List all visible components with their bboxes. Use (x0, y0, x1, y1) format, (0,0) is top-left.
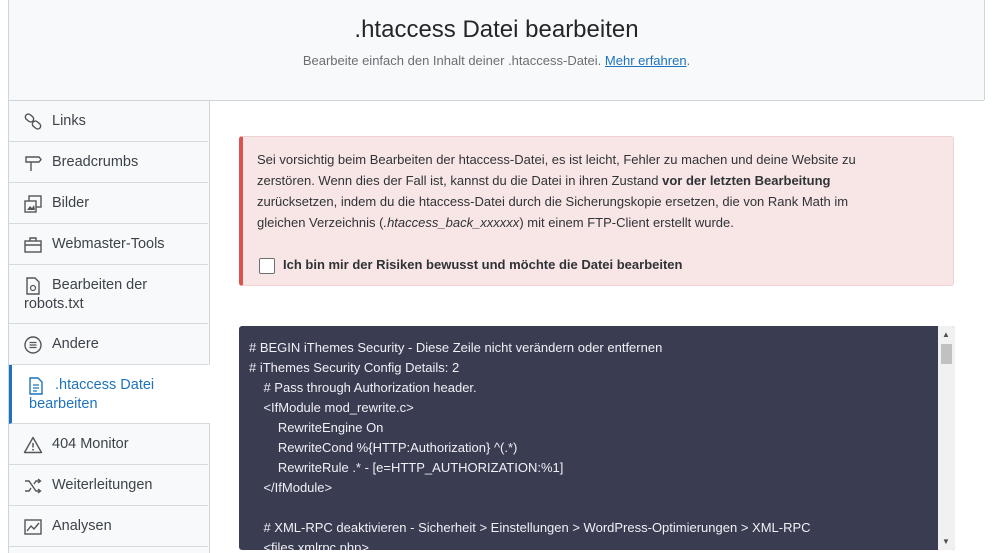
backup-filename: .htaccess_back_xxxxxx (383, 215, 520, 230)
sidebar-item-label: Weiterleitungen (52, 477, 153, 493)
sidebar-item-label: Analysen (52, 518, 112, 534)
sidebar-item-label: Links (52, 113, 86, 129)
shuffle-icon (25, 478, 42, 494)
sidebar-item-links[interactable]: Links (9, 101, 208, 142)
sidebar-item-label: Bilder (52, 195, 90, 211)
frame-border-right (984, 0, 985, 100)
sidebar-item-analysen[interactable]: Analysen (9, 506, 208, 547)
chart-icon (24, 519, 42, 535)
settings-sidebar: Links Breadcrumbs Bilder Webmaster-Tools… (9, 101, 210, 553)
subtitle-text: Bearbeite einfach den Inhalt deiner .hta… (302, 53, 602, 68)
htaccess-code-editor[interactable]: # BEGIN iThemes Security - Diese Zeile n… (239, 326, 955, 550)
risk-acknowledge-label[interactable]: Ich bin mir der Risiken bewusst und möch… (283, 257, 682, 272)
warning-text: Sei vorsichtig beim Bearbeiten der htacc… (257, 149, 897, 233)
sidebar-item-label: Andere (52, 336, 99, 352)
page-title: .htaccess Datei bearbeiten (354, 16, 639, 43)
sidebar-item-weiterleitungen[interactable]: Weiterleitungen (9, 465, 208, 506)
subtitle-period: . (686, 53, 691, 68)
warning-icon (23, 436, 43, 454)
warning-text-part: ) mit einem FTP-Client erstellt wurde. (519, 215, 734, 230)
scrollbar-thumb[interactable] (941, 344, 952, 364)
risk-acknowledge-checkbox[interactable] (259, 258, 275, 274)
main-content: Sei vorsichtig beim Bearbeiten der htacc… (210, 101, 985, 553)
sidebar-item-label: .htaccess Datei bearbeiten (29, 377, 155, 412)
warning-text-bold: vor der letzten Bearbeitung (662, 173, 831, 188)
toolbox-icon (24, 237, 42, 253)
learn-more-link[interactable]: Mehr erfahren (605, 53, 687, 68)
sidebar-item-404-monitor[interactable]: 404 Monitor (9, 424, 208, 465)
sidebar-item-label: 404 Monitor (52, 436, 129, 452)
sidebar-item-breadcrumbs[interactable]: Breadcrumbs (9, 142, 208, 183)
sidebar-item-bilder[interactable]: Bilder (9, 183, 208, 224)
image-icon (24, 195, 42, 213)
link-icon (24, 113, 42, 130)
list-circle-icon (24, 336, 42, 354)
sidebar-item-webmaster-tools[interactable]: Webmaster-Tools (9, 224, 208, 265)
signpost-icon (25, 156, 42, 171)
page-header: .htaccess Datei bearbeiten Bearbeite ein… (9, 0, 984, 101)
sidebar-item-label: Breadcrumbs (52, 154, 139, 170)
warning-notice: Sei vorsichtig beim Bearbeiten der htacc… (239, 136, 954, 286)
sidebar-item-label: Bearbeiten der robots.txt (24, 277, 148, 312)
scroll-down-arrow-icon[interactable]: ▼ (942, 537, 950, 546)
page-subtitle: Bearbeite einfach den Inhalt deiner .hta… (9, 53, 984, 68)
sidebar-item-robots-txt[interactable]: Bearbeiten der robots.txt (9, 265, 208, 324)
sidebar-item-andere[interactable]: Andere (9, 324, 208, 365)
sidebar-item-htaccess[interactable]: .htaccess Datei bearbeiten (9, 365, 210, 424)
htaccess-code-content[interactable]: # BEGIN iThemes Security - Diese Zeile n… (249, 338, 811, 550)
sidebar-item-label: Webmaster-Tools (52, 236, 165, 252)
editor-scrollbar[interactable]: ▲ ▼ (938, 326, 955, 550)
scroll-up-arrow-icon[interactable]: ▲ (942, 330, 950, 339)
